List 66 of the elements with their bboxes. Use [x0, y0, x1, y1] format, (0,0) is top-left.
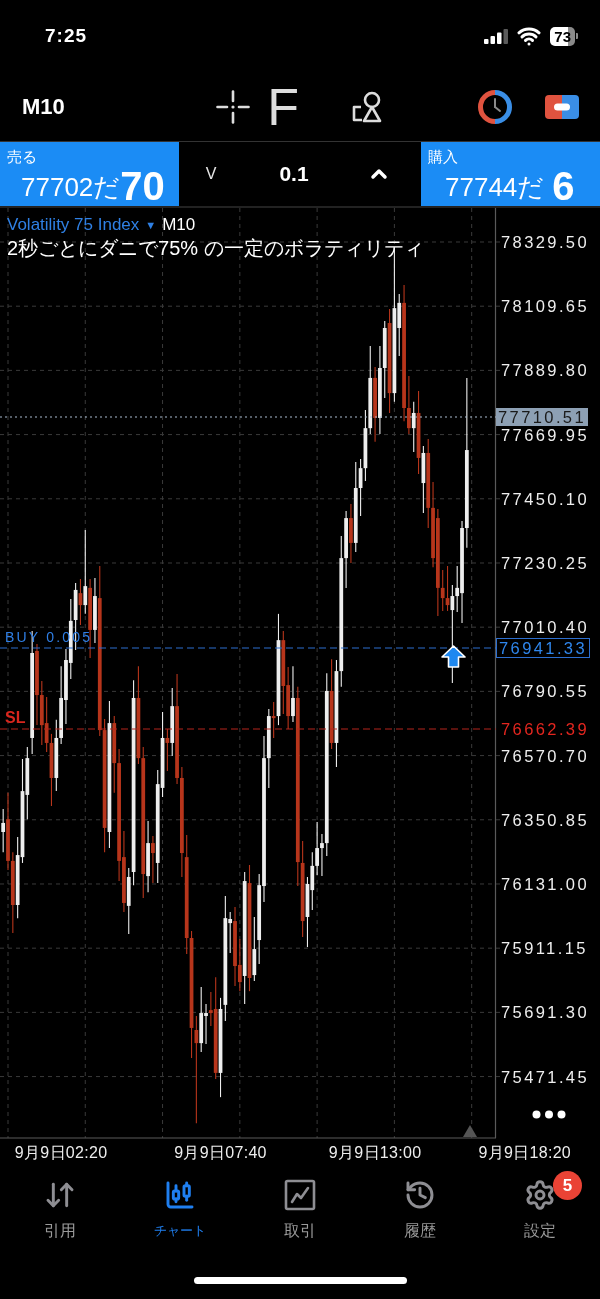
falling-candle [349, 503, 353, 564]
signal-icon [484, 28, 509, 44]
stop-loss-label[interactable]: SL [5, 710, 26, 726]
falling-candle [165, 728, 170, 772]
price-axis-label: 78329.50 [501, 234, 590, 250]
rising-candle [411, 401, 416, 453]
buy-price: 77744だ [445, 171, 545, 204]
falling-candle [271, 701, 276, 739]
shapes-icon[interactable] [352, 90, 384, 123]
history-icon [404, 1179, 436, 1211]
symbol-description: 2秒ごとにダニで75% の一定のボラティリティ [7, 236, 424, 260]
more-icon[interactable] [532, 1110, 566, 1119]
price-axis-label: 77010.40 [501, 619, 590, 636]
timeframe-button[interactable]: M10 [22, 90, 65, 123]
rising-candle [170, 687, 175, 757]
price-axis-label: 77889.80 [501, 362, 590, 379]
price-axis-label: 76570.70 [501, 747, 590, 764]
rising-candle [1, 808, 6, 853]
tab[interactable]: 取引 [240, 1168, 360, 1253]
tab[interactable]: 履歴 [360, 1168, 480, 1253]
settings-icon [524, 1179, 556, 1211]
price-axis-label: 76131.00 [501, 875, 590, 892]
sell-price-pips: 70 [120, 168, 165, 204]
candlestick-icon [164, 1179, 196, 1211]
rising-candle [93, 577, 97, 644]
falling-candle [151, 835, 155, 884]
notification-badge: 5 [553, 1171, 582, 1200]
crosshair-icon[interactable] [216, 89, 250, 124]
symbol-name[interactable]: Volatility 75 Index [7, 214, 140, 236]
price-axis-label: 76350.85 [501, 811, 590, 828]
chart-timeframe: M10 [162, 214, 196, 236]
rising-candle [291, 665, 295, 723]
price-axis-label: 77669.95 [501, 426, 590, 443]
sell-price: 77702だ [21, 171, 121, 204]
dropdown-caret[interactable]: ▼ [145, 214, 157, 236]
time-axis-label: 9月9日07:40 [174, 1143, 267, 1163]
time-axis-label: 9月9日18:20 [478, 1143, 572, 1163]
price-axis-label: 77230.25 [501, 555, 590, 571]
stop-loss-price: 76662.39 [501, 721, 590, 737]
price-axis-label: 77450.10 [501, 490, 590, 507]
buy-price-pips: 6 [552, 168, 575, 204]
time-axis-label: 9月9日02:20 [14, 1143, 108, 1163]
clock-icon[interactable] [478, 89, 512, 124]
buy-label: 購入 [428, 149, 458, 165]
current-price-tag: 77710.51 [496, 408, 589, 426]
order-price-tag: 76941.33 [496, 638, 591, 658]
sell-label: 売る [7, 149, 37, 165]
rising-candle [421, 445, 426, 514]
decrease-button[interactable]: V [201, 162, 221, 186]
falling-candle [78, 578, 83, 626]
up-arrow-icon [441, 645, 466, 668]
time-axis-label: 9月9日13:00 [328, 1143, 422, 1163]
tab[interactable]: チャート [120, 1168, 240, 1253]
price-axis-label: 76790.55 [501, 683, 590, 700]
line-chart-icon [284, 1179, 316, 1211]
status-time: 7:25 [45, 23, 88, 48]
price-axis-label: 75911.15 [501, 940, 588, 957]
price-axis-label: 78109.65 [501, 298, 590, 315]
price-axis-label: 75471.45 [501, 1068, 590, 1085]
volume-value: 0.1 [279, 161, 309, 188]
tab[interactable]: 設定 5 [480, 1168, 600, 1253]
indicator-button[interactable]: F [268, 81, 298, 132]
price-axis-label: 75691.30 [501, 1004, 590, 1021]
battery-indicator: 73 [550, 26, 578, 46]
tab[interactable]: 引用 [0, 1168, 120, 1253]
toggle-icon[interactable] [545, 94, 579, 119]
